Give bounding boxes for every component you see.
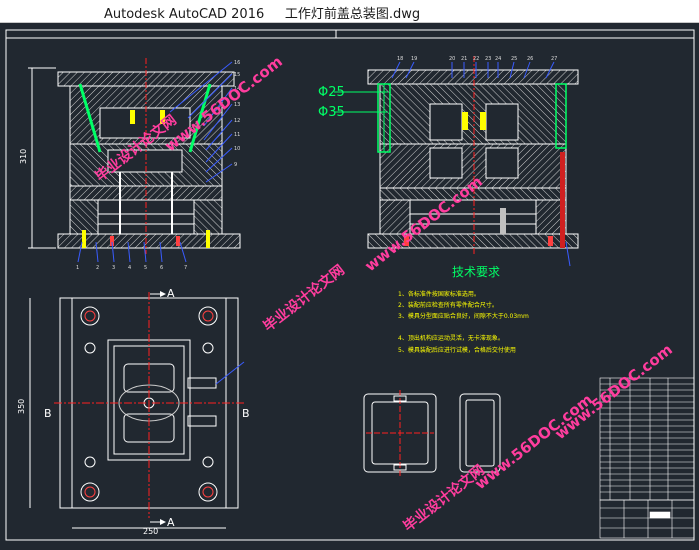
section-b-right: B <box>242 407 250 420</box>
balloon: 26 <box>527 56 533 62</box>
tech-heading: 技术要求 <box>452 265 500 279</box>
part-views <box>363 390 501 476</box>
balloon: 16 <box>234 60 240 66</box>
section-a-top: A <box>167 287 175 300</box>
watermark-site: www.56DOC.com <box>471 390 595 493</box>
balloon: 27 <box>551 56 557 62</box>
plan-width-dimension: 250 <box>143 527 158 536</box>
tech-item-4: 4、顶出机构应运动灵活，无卡滞现象。 <box>398 334 504 342</box>
dim-bottom-diameter: Φ35 <box>318 105 345 120</box>
tech-item-5: 5、模具装配后应进行试模，合格后交付使用 <box>398 346 516 354</box>
balloon: 25 <box>511 56 517 62</box>
balloon: 7 <box>184 265 187 271</box>
plan-height-dimension: 350 <box>17 399 26 414</box>
balloon: 23 <box>485 56 491 62</box>
balloon: 1 <box>76 265 79 271</box>
balloon: 11 <box>234 132 240 138</box>
balloon: 19 <box>411 56 417 62</box>
side-section-view[interactable] <box>367 56 579 254</box>
dim-top-diameter: Φ25 <box>318 85 345 100</box>
tech-item-1: 1、各标准件按国家标准选用。 <box>398 290 480 298</box>
title-bar: Autodesk AutoCAD 2016 工作灯前盖总装图.dwg <box>0 0 699 23</box>
drawing-canvas[interactable]: 310 16 15 14 13 12 11 10 9 1 2 3 4 5 6 7 <box>0 22 699 545</box>
technical-requirements: 技术要求 1、各标准件按国家标准选用。 2、装配前应检查所有零件配合尺寸。 3、… <box>398 265 529 354</box>
balloon: 5 <box>144 265 147 271</box>
tech-item-3: 3、模具分型面应贴合良好，间隙不大于0.03mm <box>398 312 529 320</box>
watermark-school: 毕业设计论文网 <box>260 261 348 335</box>
balloon: 6 <box>160 265 163 271</box>
balloon: 20 <box>449 56 455 62</box>
tech-item-2: 2、装配前应检查所有零件配合尺寸。 <box>398 301 498 309</box>
balloon: 4 <box>128 265 131 271</box>
balloon: 22 <box>473 56 479 62</box>
balloon: 12 <box>234 118 240 124</box>
balloon: 18 <box>397 56 403 62</box>
title-block[interactable] <box>599 499 695 539</box>
balloon: 15 <box>234 72 240 78</box>
balloon: 24 <box>495 56 501 62</box>
balloon: 10 <box>234 146 240 152</box>
balloon: 3 <box>112 265 115 271</box>
balloon: 2 <box>96 265 99 271</box>
section-a-bottom: A <box>167 516 175 529</box>
side-view-balloons: 18 19 20 21 22 23 24 25 26 27 <box>397 56 557 62</box>
window-title: Autodesk AutoCAD 2016 工作灯前盖总装图.dwg <box>104 7 421 22</box>
front-height-dimension: 310 <box>19 149 28 164</box>
balloon: 9 <box>234 162 237 168</box>
balloon: 21 <box>461 56 467 62</box>
section-b-left: B <box>44 407 52 420</box>
watermark-site: www.56DOC.com <box>551 340 675 443</box>
